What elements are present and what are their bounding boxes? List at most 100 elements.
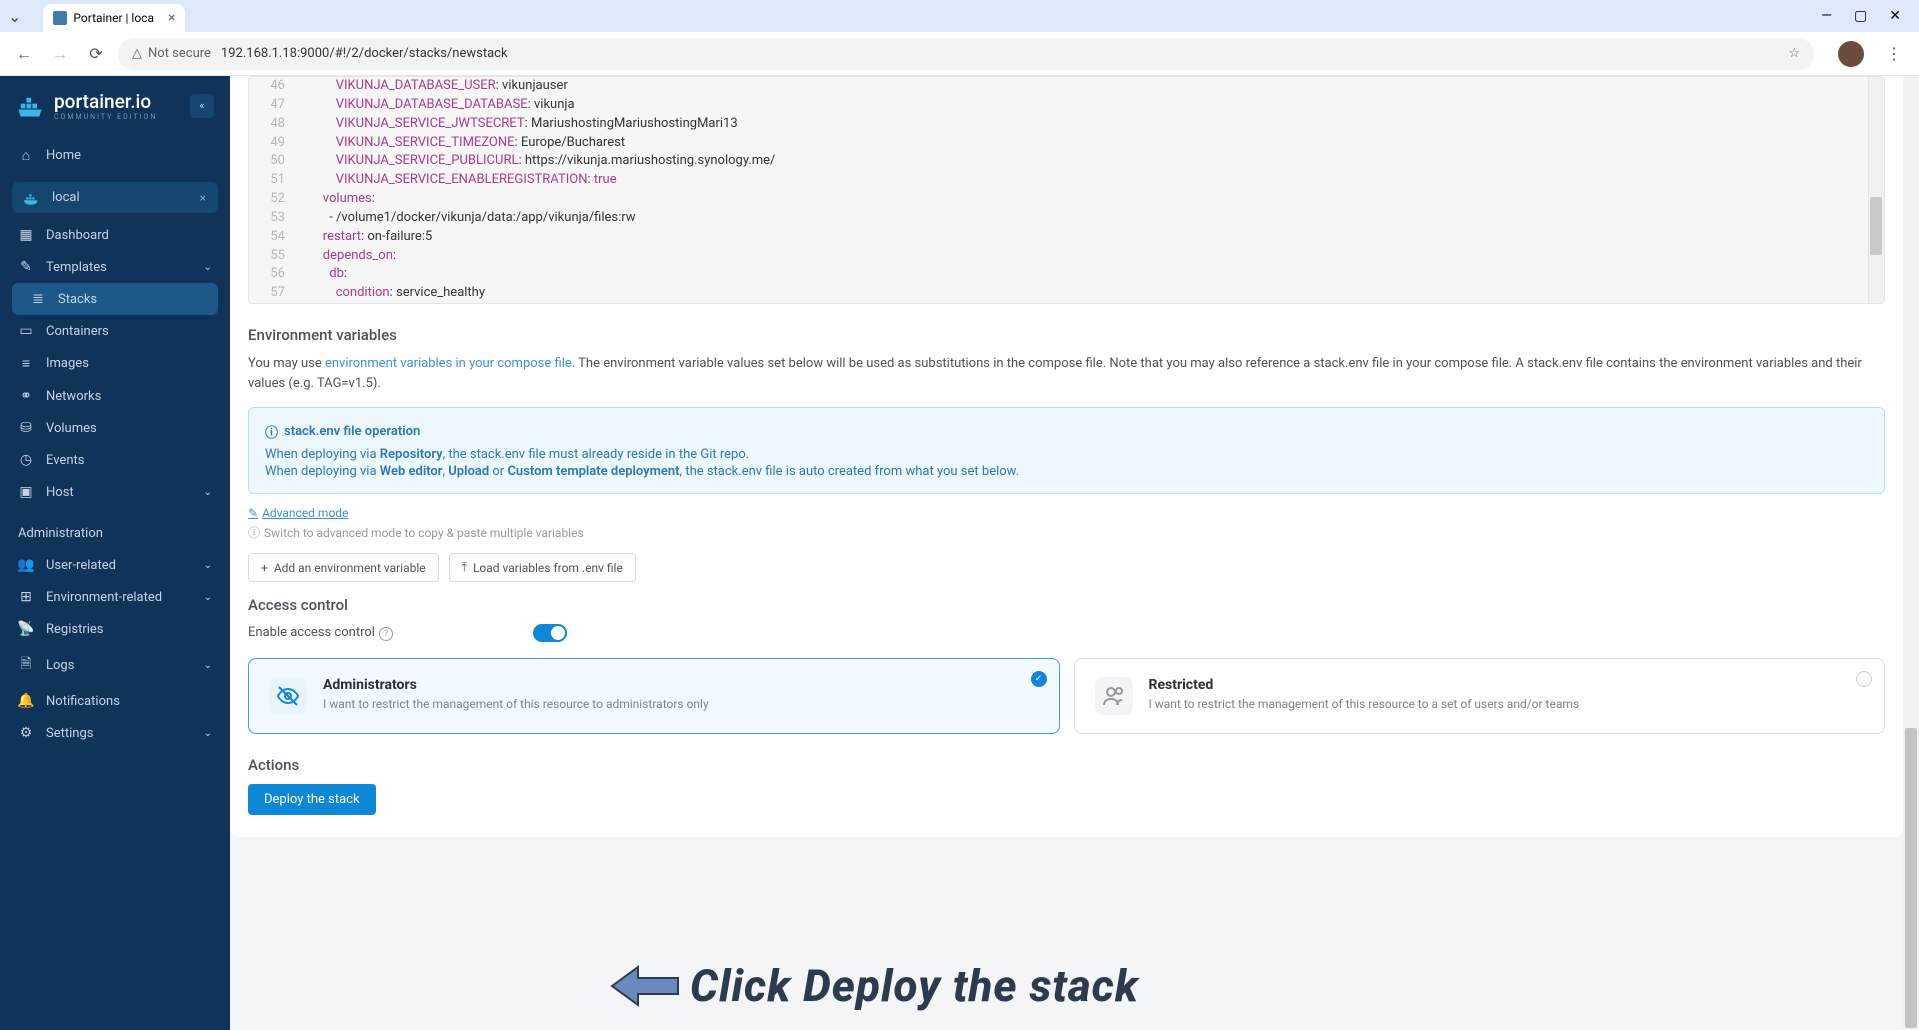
gear-icon: ⚙ [18,725,34,741]
info-line-1: When deploying via Repository, the stack… [265,447,1868,462]
kebab-menu-icon[interactable]: ⋮ [1880,44,1909,63]
info-icon: ⓘ [248,524,260,541]
env-vars-heading: Environment variables [248,326,1885,344]
sidebar-item-stacks[interactable]: ≣Stacks [12,283,218,315]
portainer-favicon [53,11,67,25]
access-control-heading: Access control [248,596,1885,614]
web-editor[interactable]: 46 VIKUNJA_DATABASE_USER: vikunjauser47 … [248,76,1885,304]
sidebar-item-env-related[interactable]: ⊞Environment-related⌄ [0,581,230,613]
address-bar[interactable]: △ Not secure 192.168.1.18:9000/#!/2/dock… [118,38,1814,70]
code-line: 57 condition: service_healthy [249,284,1884,303]
sidebar-item-host[interactable]: ▣Host⌄ [0,476,230,508]
window-controls: — ▢ ✕ [1821,8,1911,24]
url-text: 192.168.1.18:9000/#!/2/docker/stacks/new… [221,46,508,61]
networks-icon: ⚭ [18,388,34,404]
profile-avatar[interactable] [1838,41,1864,67]
sidebar-item-logs[interactable]: 🗎Logs⌄ [0,645,230,685]
env-vars-help: You may use environment variables in you… [248,354,1885,393]
back-icon[interactable]: ← [10,40,38,68]
sidebar-item-registries[interactable]: 📡Registries [0,613,230,645]
code-line: 53 - /volume1/docker/vikunja/data:/app/v… [249,209,1884,228]
stacks-icon: ≣ [30,291,46,307]
info-icon: ⓘ [265,422,278,441]
minimize-icon[interactable]: — [1821,8,1832,24]
users-icon [1095,677,1133,715]
enable-access-label: Enable access control? [248,625,393,641]
plus-icon: + [261,561,268,575]
sidebar-item-volumes[interactable]: ⛁Volumes [0,412,230,444]
code-line: 55 depends_on: [249,247,1884,266]
env-icon: ⊞ [18,589,34,605]
access-card-restricted[interactable]: Restricted I want to restrict the manage… [1074,658,1886,734]
code-line: 49 VIKUNJA_SERVICE_TIMEZONE: Europe/Buch… [249,134,1884,153]
home-icon: ⌂ [18,147,34,164]
access-card-admins[interactable]: Administrators I want to restrict the ma… [248,658,1060,734]
code-line: 47 VIKUNJA_DATABASE_DATABASE: vikunja [249,96,1884,115]
sidebar-item-networks[interactable]: ⚭Networks [0,380,230,412]
eye-off-icon [269,677,307,715]
advanced-mode-help: ⓘSwitch to advanced mode to copy & paste… [248,524,584,541]
volumes-icon: ⛁ [18,420,34,436]
close-icon[interactable]: × [168,10,175,26]
env-vars-doc-link[interactable]: environment variables in your compose fi… [325,356,572,371]
sidebar-item-settings[interactable]: ⚙Settings⌄ [0,717,230,749]
add-env-var-button[interactable]: +Add an environment variable [248,553,439,582]
actions-heading: Actions [248,756,1885,774]
editor-scrollbar[interactable] [1868,77,1884,303]
info-box-title: ⓘ stack.env file operation [265,422,1868,441]
upload-icon: ⤒ [462,560,467,575]
main-content: 46 VIKUNJA_DATABASE_USER: vikunjauser47 … [230,76,1919,1030]
chevron-down-icon[interactable]: ⌄ [8,7,21,26]
tutorial-annotation: Click Deploy the stack [610,960,1139,1012]
logo-subtitle: COMMUNITY EDITION [54,113,157,121]
check-icon: ✓ [1031,671,1047,687]
sidebar-item-templates[interactable]: ✎Templates⌄ [0,251,230,283]
annotation-text: Click Deploy the stack [690,960,1139,1012]
stack-env-info-box: ⓘ stack.env file operation When deployin… [248,407,1885,494]
page-scrollbar[interactable] [1903,76,1919,1030]
load-env-file-button[interactable]: ⤒Load variables from .env file [449,553,636,582]
deploy-stack-button[interactable]: Deploy the stack [248,784,376,815]
maximize-icon[interactable]: ▢ [1854,8,1867,24]
dashboard-icon: ▦ [18,227,34,243]
admin-card-title: Administrators [323,677,709,693]
code-line: 46 VIKUNJA_DATABASE_USER: vikunjauser [249,77,1884,96]
info-line-2: When deploying via Web editor, Upload or… [265,464,1868,479]
reload-icon[interactable]: ⟳ [82,40,110,68]
chevron-down-icon: ⌄ [204,560,212,571]
chevron-down-icon: ⌄ [204,728,212,739]
admin-card-desc: I want to restrict the management of thi… [323,697,709,711]
host-icon: ▣ [18,484,34,500]
sidebar-item-notifications[interactable]: 🔔Notifications [0,685,230,717]
sidebar-item-images[interactable]: ≡Images [0,347,230,380]
env-close-icon[interactable]: × [200,191,206,205]
close-window-icon[interactable]: ✕ [1889,8,1901,24]
forward-icon[interactable]: → [46,40,74,68]
arrow-left-icon [610,961,682,1011]
browser-tab[interactable]: Portainer | loca × [43,4,185,32]
bookmark-star-icon[interactable]: ☆ [1788,46,1800,61]
radio-unchecked-icon [1856,671,1872,687]
enable-access-toggle[interactable] [533,624,567,642]
advanced-mode-link[interactable]: ✎Advanced mode [248,506,348,520]
help-icon[interactable]: ? [379,627,393,641]
logs-icon: 🗎 [18,653,34,677]
sidebar-item-containers[interactable]: ▭Containers [0,315,230,347]
browser-nav-bar: ← → ⟳ △ Not secure 192.168.1.18:9000/#!/… [0,32,1919,76]
warning-icon: △ [132,46,142,61]
environment-pill[interactable]: local × [12,182,218,213]
logo-text: portainer.io [54,90,157,113]
docker-icon [24,191,42,205]
sidebar-collapse-button[interactable]: « [190,94,214,118]
sidebar-item-dashboard[interactable]: ▦Dashboard [0,219,230,251]
chevron-down-icon: ⌄ [204,487,212,498]
sidebar-item-events[interactable]: ◷Events [0,444,230,476]
restricted-card-title: Restricted [1149,677,1580,693]
containers-icon: ▭ [18,323,34,339]
browser-tab-strip: ⌄ Portainer | loca × — ▢ ✕ [0,0,1919,32]
portainer-logo-icon [16,92,44,120]
bell-icon: 🔔 [18,693,34,709]
sidebar-item-home[interactable]: ⌂ Home [0,139,230,172]
sidebar-item-user-related[interactable]: 👥User-related⌄ [0,549,230,581]
edit-icon: ✎ [248,506,258,520]
